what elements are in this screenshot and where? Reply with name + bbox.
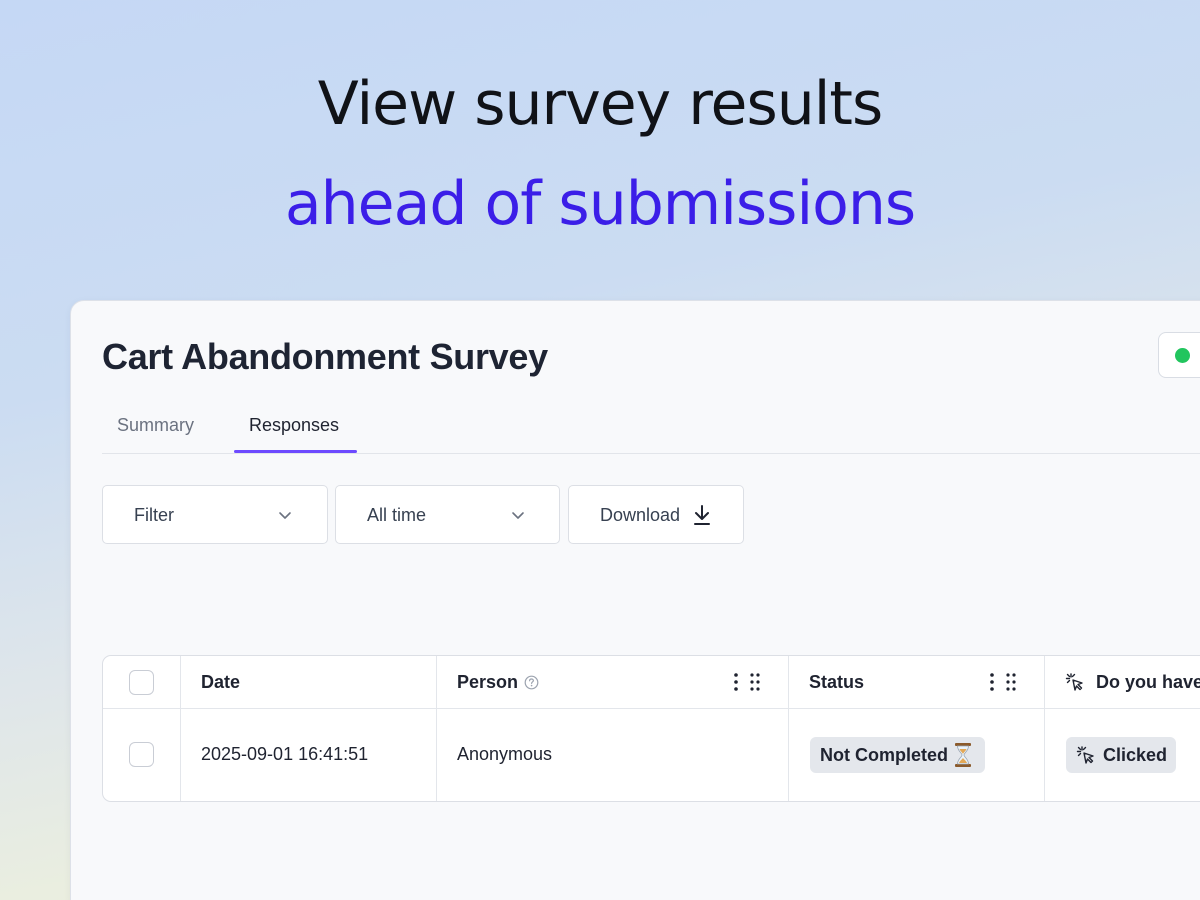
download-button[interactable]: Download xyxy=(568,485,744,544)
cell-person: Anonymous xyxy=(457,744,553,764)
column-header-date[interactable]: Date xyxy=(201,672,240,693)
active-tab-indicator xyxy=(234,450,357,453)
hero-headline: View survey results xyxy=(317,69,883,139)
column-header-question[interactable]: Do you have xyxy=(1096,672,1200,693)
download-icon xyxy=(694,505,710,525)
interaction-badge: Clicked xyxy=(1066,737,1176,773)
live-status-dot xyxy=(1175,348,1190,363)
drag-handle-icon xyxy=(750,673,760,691)
download-label: Download xyxy=(600,505,681,525)
chevron-down-icon xyxy=(512,512,524,519)
time-range-dropdown[interactable]: All time xyxy=(335,485,560,544)
page-title: Cart Abandonment Survey xyxy=(102,336,548,377)
interaction-badge-label: Clicked xyxy=(1103,745,1168,765)
drag-handle-icon xyxy=(1006,673,1016,691)
click-icon xyxy=(1065,673,1083,691)
tab-summary[interactable]: Summary xyxy=(117,415,194,436)
kebab-icon xyxy=(734,673,738,691)
chevron-down-icon xyxy=(279,512,291,519)
column-divider xyxy=(788,656,789,801)
survey-status-toggle[interactable] xyxy=(1158,332,1200,378)
status-badge-label: Not Completed xyxy=(820,745,948,765)
kebab-icon xyxy=(990,673,994,691)
header-divider xyxy=(103,708,1200,709)
tab-responses[interactable]: Responses xyxy=(249,415,339,436)
column-header-status[interactable]: Status xyxy=(809,672,864,693)
row-checkbox[interactable] xyxy=(129,742,154,767)
cell-date: 2025-09-01 16:41:51 xyxy=(201,744,369,764)
column-menu-person[interactable] xyxy=(730,672,764,692)
filter-label: Filter xyxy=(134,505,174,525)
hero-subheadline: ahead of submissions xyxy=(284,169,916,239)
column-menu-status[interactable] xyxy=(986,672,1020,692)
filter-dropdown[interactable]: Filter xyxy=(102,485,328,544)
time-range-label: All time xyxy=(367,505,427,525)
survey-panel: Cart Abandonment Survey Summary Response… xyxy=(70,300,1200,900)
column-header-person[interactable]: Person xyxy=(457,672,518,693)
help-icon[interactable] xyxy=(524,675,539,690)
column-divider xyxy=(1044,656,1045,801)
click-icon xyxy=(1076,746,1094,764)
column-divider xyxy=(180,656,181,801)
status-badge: Not Completed xyxy=(810,737,985,773)
column-divider xyxy=(436,656,437,801)
select-all-checkbox[interactable] xyxy=(129,670,154,695)
tab-bar: Summary Responses xyxy=(102,401,1200,454)
responses-table: Date Person Status Do you have 2025-09-0… xyxy=(102,655,1200,802)
hourglass-icon xyxy=(955,743,971,767)
